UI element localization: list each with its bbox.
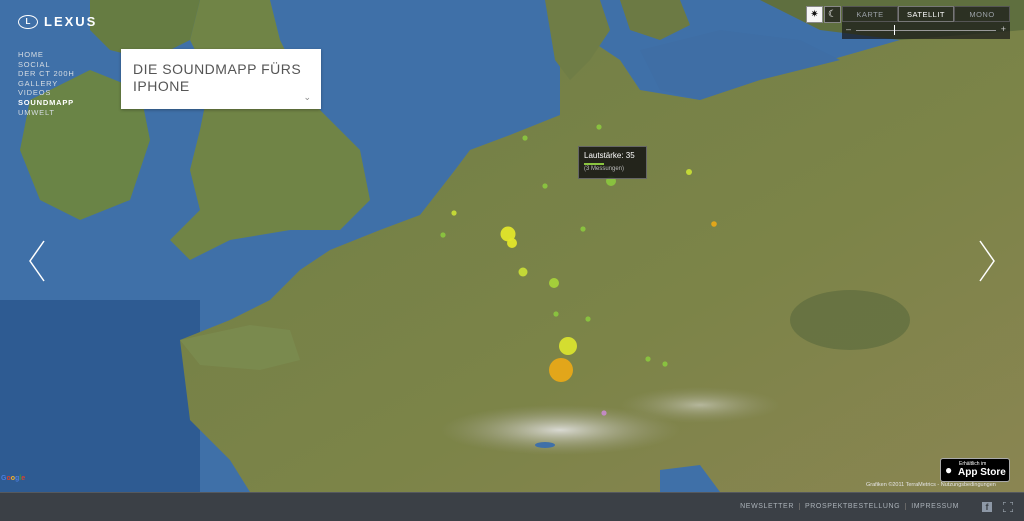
- nav-item-home[interactable]: HOME: [18, 50, 75, 60]
- main-nav: HOME SOCIAL DER CT 200h GALLERY VIDEOS S…: [18, 50, 75, 117]
- map-marker[interactable]: [440, 232, 446, 238]
- zoom-slider[interactable]: – +: [842, 24, 1010, 38]
- chevron-left-icon[interactable]: [28, 240, 46, 282]
- map-marker[interactable]: [522, 135, 528, 141]
- chevron-down-icon[interactable]: ⌄: [303, 92, 311, 103]
- map-marker[interactable]: [518, 267, 528, 277]
- day-night-toggle: ✷ ☾: [806, 6, 841, 23]
- map-marker[interactable]: [686, 169, 692, 175]
- footer-link-prospekt[interactable]: PROSPEKTBESTELLUNG: [798, 503, 905, 510]
- map-marker[interactable]: [662, 361, 668, 367]
- map-marker[interactable]: [580, 226, 586, 232]
- zoom-in-button[interactable]: +: [1001, 24, 1006, 34]
- nav-item-gallery[interactable]: GALLERY: [18, 79, 75, 89]
- tooltip-volume: Lautstärke: 35: [584, 151, 635, 160]
- map-marker[interactable]: [645, 356, 651, 362]
- zoom-thumb[interactable]: [894, 25, 895, 35]
- map-marker[interactable]: [542, 183, 548, 189]
- nav-item-soundmapp[interactable]: SOUNDMAPP: [18, 98, 75, 108]
- footer-link-newsletter[interactable]: NEWSLETTER: [735, 503, 799, 510]
- info-box-title: DIE SOUNDMAPP FÜRS IPHONE: [133, 61, 302, 94]
- app-store-big-text: App Store: [958, 467, 1006, 478]
- tooltip-measurements: (3 Messungen): [584, 163, 625, 172]
- nav-item-social[interactable]: SOCIAL: [18, 60, 75, 70]
- footer-link-impressum[interactable]: IMPRESSUM: [905, 503, 964, 510]
- map-marker[interactable]: [559, 337, 577, 355]
- map-attribution[interactable]: Grafiken ©2011 TerraMetrics - Nutzungsbe…: [866, 482, 996, 488]
- footer-links: NEWSLETTER PROSPEKTBESTELLUNG IMPRESSUM: [735, 503, 964, 510]
- fullscreen-icon[interactable]: [1003, 502, 1013, 512]
- google-logo-letter: e: [21, 475, 26, 482]
- map-type-satellit[interactable]: SATELLIT: [898, 6, 954, 22]
- map-marker[interactable]: [507, 238, 517, 248]
- map-marker[interactable]: [549, 278, 559, 288]
- zoom-out-button[interactable]: –: [846, 24, 851, 34]
- apple-icon: ●: [945, 463, 953, 477]
- lexus-logo[interactable]: L LEXUS: [18, 14, 97, 29]
- google-logo[interactable]: Google: [1, 475, 25, 482]
- moon-icon[interactable]: ☾: [824, 6, 841, 23]
- facebook-icon[interactable]: f: [982, 502, 992, 512]
- map-marker[interactable]: [451, 210, 457, 216]
- app-store-badge[interactable]: ● Erhältlich im App Store: [940, 458, 1010, 482]
- map-marker[interactable]: [596, 124, 602, 130]
- nav-item-umwelt[interactable]: UMWELT: [18, 108, 75, 118]
- chevron-right-icon[interactable]: [978, 240, 996, 282]
- map-marker[interactable]: [585, 316, 591, 322]
- sun-icon[interactable]: ✷: [806, 6, 823, 23]
- lexus-logo-icon: L: [18, 14, 38, 29]
- map-marker[interactable]: [553, 311, 559, 317]
- map-marker[interactable]: [711, 221, 717, 227]
- logo-text: LEXUS: [44, 14, 98, 29]
- map-type-panel: KARTE SATELLIT MONO – +: [842, 6, 1010, 39]
- map-marker[interactable]: [601, 410, 607, 416]
- marker-tooltip: Lautstärke: 35 (3 Messungen): [578, 146, 647, 179]
- zoom-track[interactable]: [856, 30, 996, 31]
- soundmapp-info-box[interactable]: DIE SOUNDMAPP FÜRS IPHONE ⌄: [121, 49, 321, 109]
- nav-item-videos[interactable]: VIDEOS: [18, 88, 75, 98]
- map-type-mono[interactable]: MONO: [954, 6, 1010, 22]
- nav-item-ct200h[interactable]: DER CT 200h: [18, 69, 75, 79]
- footer-bar: NEWSLETTER PROSPEKTBESTELLUNG IMPRESSUM …: [0, 492, 1024, 521]
- map-marker[interactable]: [549, 358, 573, 382]
- map-type-karte[interactable]: KARTE: [842, 6, 898, 22]
